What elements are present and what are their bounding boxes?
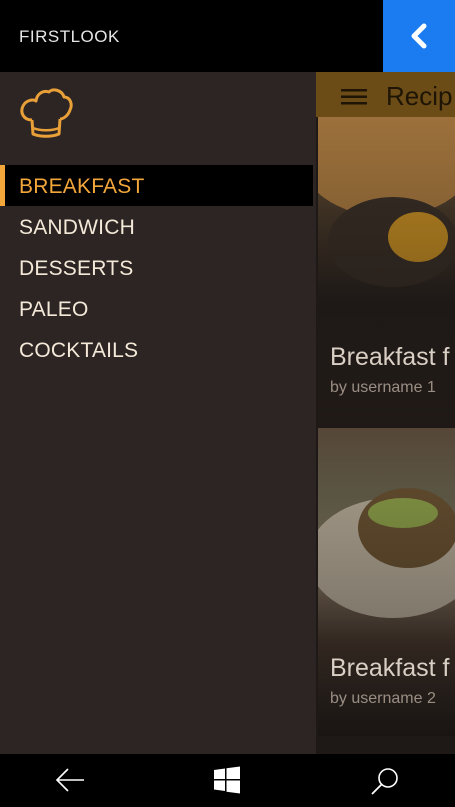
nav-item-cocktails[interactable]: COCKTAILS bbox=[0, 329, 313, 370]
search-button[interactable] bbox=[355, 754, 415, 807]
chef-hat-icon bbox=[20, 88, 73, 138]
nav-item-breakfast[interactable]: BREAKFAST bbox=[0, 165, 313, 206]
recipe-author: by username 2 bbox=[330, 690, 436, 707]
recipe-card[interactable]: Breakfast f by username 1 bbox=[318, 117, 455, 425]
system-navigation-bar bbox=[0, 754, 455, 807]
nav-item-desserts[interactable]: DESSERTS bbox=[0, 247, 313, 288]
nav-item-label: SANDWICH bbox=[19, 216, 135, 239]
recipe-title: Breakfast f bbox=[330, 343, 450, 371]
back-arrow-icon bbox=[55, 768, 84, 792]
system-back-button[interactable] bbox=[40, 754, 100, 807]
windows-icon bbox=[214, 766, 240, 794]
app-title: FIRSTLOOK bbox=[19, 27, 120, 46]
recipe-title: Breakfast f bbox=[330, 654, 450, 682]
category-list: BREAKFAST SANDWICH DESSERTS PALEO COCKTA… bbox=[0, 165, 313, 370]
start-button[interactable] bbox=[198, 754, 258, 807]
recipe-content-peek: Recip Breakfast f by username 1 Breakfas… bbox=[316, 72, 455, 754]
nav-item-label: DESSERTS bbox=[19, 257, 134, 280]
chevron-left-icon bbox=[411, 23, 427, 49]
nav-item-label: COCKTAILS bbox=[19, 339, 139, 362]
recipe-author: by username 1 bbox=[330, 379, 436, 396]
nav-item-label: PALEO bbox=[19, 298, 89, 321]
search-icon bbox=[371, 768, 398, 795]
content-header: Recip bbox=[316, 72, 455, 117]
nav-item-label: BREAKFAST bbox=[19, 175, 145, 198]
top-bar: FIRSTLOOK bbox=[0, 0, 455, 72]
back-button[interactable] bbox=[383, 0, 455, 72]
nav-item-sandwich[interactable]: SANDWICH bbox=[0, 206, 313, 247]
navigation-drawer: BREAKFAST SANDWICH DESSERTS PALEO COCKTA… bbox=[0, 72, 316, 754]
recipe-card[interactable]: Breakfast f by username 2 bbox=[318, 428, 455, 736]
nav-item-paleo[interactable]: PALEO bbox=[0, 288, 313, 329]
hamburger-icon[interactable] bbox=[341, 89, 367, 105]
page-title: Recip bbox=[386, 81, 453, 111]
